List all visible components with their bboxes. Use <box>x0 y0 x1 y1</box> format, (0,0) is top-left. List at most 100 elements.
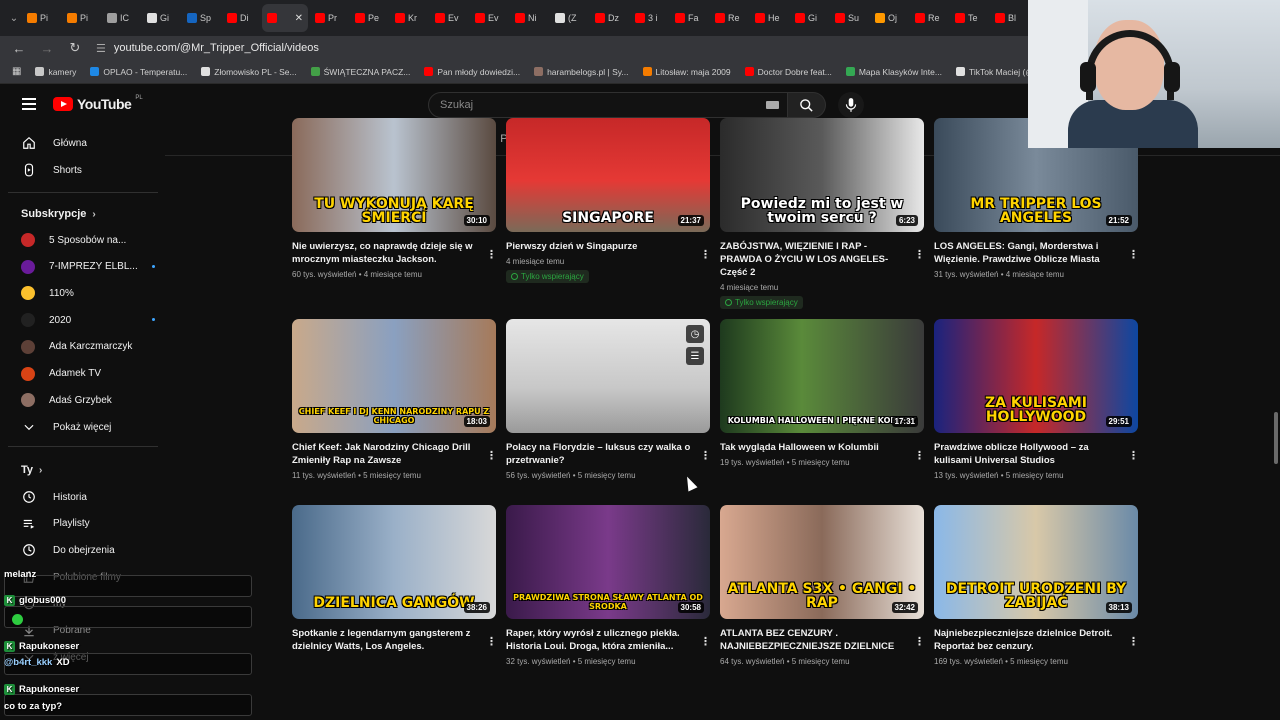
bookmark-item[interactable]: Litosław: maja 2009 <box>642 67 731 77</box>
sidebar-item-watch-later[interactable]: Do obejrzenia <box>21 541 151 559</box>
browser-tab[interactable]: Sp <box>182 4 220 32</box>
video-card[interactable]: PRAWDZIWA STRONA SŁAWY ATLANTA OD ŚRODKA… <box>506 505 711 666</box>
video-thumbnail[interactable]: SINGAPORE 21:37 <box>506 118 710 232</box>
browser-tab[interactable]: Kr <box>390 4 428 32</box>
browser-tab[interactable]: Bl <box>990 4 1028 32</box>
browser-tab[interactable]: ✕ <box>262 4 308 32</box>
subscription-item[interactable]: Adaś Grzybek <box>21 391 151 409</box>
sidebar-item-history[interactable]: Historia <box>21 488 151 506</box>
subscription-item[interactable]: 7-IMPREZY ELBL... <box>21 258 155 276</box>
reload-icon[interactable]: ↻ <box>68 40 82 56</box>
more-actions-icon[interactable]: ⋮ <box>914 250 925 261</box>
add-to-queue-icon[interactable]: ☰ <box>686 347 704 365</box>
video-title[interactable]: Pierwszy dzień w Singapurze <box>506 240 694 253</box>
tab-search-icon[interactable]: ⌄ <box>8 13 20 24</box>
show-more-button[interactable]: Pokaż więcej <box>21 418 151 436</box>
browser-tab[interactable]: IC <box>102 4 140 32</box>
browser-tab[interactable]: Pr <box>310 4 348 32</box>
video-card[interactable]: ◷ ☰ Polacy na Florydzie – luksus czy walka… <box>506 319 711 480</box>
more-actions-icon[interactable]: ⋮ <box>1128 637 1139 648</box>
browser-tab[interactable]: Su <box>830 4 868 32</box>
video-thumbnail[interactable]: TU WYKONUJĄ KARĘ ŚMIERCI 30:10 <box>292 118 496 232</box>
video-card[interactable]: SINGAPORE 21:37 Pierwszy dzień w Singapurz… <box>506 118 711 285</box>
video-card[interactable]: ZA KULISAMI HOLLYWOOD 29:51 Prawdziwe obli… <box>934 319 1139 480</box>
video-thumbnail[interactable]: DZIELNICA GANGÓW 38:26 <box>292 505 496 619</box>
browser-tab[interactable]: Gi <box>790 4 828 32</box>
subscriptions-header[interactable]: Subskrypcje › <box>21 208 96 220</box>
browser-tab[interactable]: Ev <box>430 4 468 32</box>
browser-tab[interactable]: Gi <box>142 4 180 32</box>
search-button[interactable] <box>788 92 826 118</box>
browser-tab[interactable]: Ni <box>510 4 548 32</box>
video-thumbnail[interactable]: ATLANTA S3X • GANGI • RAP 32:42 <box>720 505 924 619</box>
more-actions-icon[interactable]: ⋮ <box>700 451 711 462</box>
more-actions-icon[interactable]: ⋮ <box>700 250 711 261</box>
bookmark-item[interactable]: ŚWIĄTECZNA PACZ... <box>310 67 410 77</box>
video-card[interactable]: TU WYKONUJĄ KARĘ ŚMIERCI 30:10 Nie uwierzy… <box>292 118 497 279</box>
browser-tab[interactable]: Oj <box>870 4 908 32</box>
subscription-item[interactable]: 2020 <box>21 311 155 329</box>
browser-tab[interactable]: (Z <box>550 4 588 32</box>
sidebar-item-g-wna[interactable]: Główna <box>21 134 151 152</box>
video-card[interactable]: DETROIT URODZENI BY ZABIJAĆ 38:13 Najniebe… <box>934 505 1139 666</box>
video-thumbnail[interactable]: ZA KULISAMI HOLLYWOOD 29:51 <box>934 319 1138 433</box>
browser-tab[interactable]: Fa <box>670 4 708 32</box>
keyboard-icon[interactable] <box>766 101 779 109</box>
youtube-logo[interactable]: YouTube PL <box>53 95 143 112</box>
browser-tab[interactable]: Ev <box>470 4 508 32</box>
you-header[interactable]: Ty › <box>21 464 42 476</box>
sidebar-item-playlists[interactable]: Playlisty <box>21 515 151 533</box>
video-title[interactable]: Prawdziwe oblicze Hollywood – za kulisam… <box>934 441 1122 467</box>
video-card[interactable]: DZIELNICA GANGÓW 38:26 Spotkanie z legenda… <box>292 505 497 653</box>
forward-icon[interactable]: → <box>40 41 54 56</box>
browser-tab[interactable]: Te <box>950 4 988 32</box>
video-title[interactable]: Najniebezpieczniejsze dzielnice Detroit.… <box>934 627 1122 653</box>
more-actions-icon[interactable]: ⋮ <box>914 637 925 648</box>
video-thumbnail[interactable]: PRAWDZIWA STRONA SŁAWY ATLANTA OD ŚRODKA… <box>506 505 710 619</box>
video-title[interactable]: LOS ANGELES: Gangi, Morderstwa i Więzien… <box>934 240 1122 266</box>
video-title[interactable]: ZABÓJSTWA, WIĘZIENIE I RAP - PRAWDA O ŻY… <box>720 240 908 279</box>
video-title[interactable]: Tak wygląda Halloween w Kolumbii <box>720 441 908 454</box>
more-actions-icon[interactable]: ⋮ <box>1128 451 1139 462</box>
bookmark-item[interactable]: TikTok Maciej (@ma... <box>955 67 1028 77</box>
video-thumbnail[interactable]: ◷ ☰ <box>506 319 710 433</box>
video-title[interactable]: Chief Keef: Jak Narodziny Chicago Drill … <box>292 441 480 467</box>
more-actions-icon[interactable]: ⋮ <box>1128 250 1139 261</box>
more-actions-icon[interactable]: ⋮ <box>486 250 497 261</box>
bookmark-item[interactable]: Złomowisko PL - Se... <box>201 67 297 77</box>
bookmark-item[interactable]: harambelogs.pl | Sy... <box>534 67 629 77</box>
browser-tab[interactable]: 3 i <box>630 4 668 32</box>
bookmark-item[interactable]: OPLAO - Temperatu... <box>90 67 187 77</box>
voice-search-button[interactable] <box>838 92 864 118</box>
video-card[interactable]: KOLUMBIA HALLOWEEN I PIĘKNE KOBIETY 17:31… <box>720 319 925 467</box>
video-thumbnail[interactable]: KOLUMBIA HALLOWEEN I PIĘKNE KOBIETY 17:31 <box>720 319 924 433</box>
browser-tab[interactable]: Re <box>710 4 748 32</box>
subscription-item[interactable]: 110% <box>21 284 151 302</box>
apps-icon[interactable]: ▦ <box>12 66 21 77</box>
video-card[interactable]: ATLANTA S3X • GANGI • RAP 32:42 ATLANTA BE… <box>720 505 925 666</box>
browser-tab[interactable]: Pe <box>350 4 388 32</box>
url-field[interactable]: ☰ youtube.com/@Mr_Tripper_Official/video… <box>96 42 319 55</box>
browser-tab[interactable]: Dz <box>590 4 628 32</box>
subscription-item[interactable]: 5 Sposobów na... <box>21 231 151 249</box>
more-actions-icon[interactable]: ⋮ <box>486 451 497 462</box>
bookmark-item[interactable]: Mapa Klasyków Inte... <box>845 67 942 77</box>
video-title[interactable]: Polacy na Florydzie – luksus czy walka o… <box>506 441 694 467</box>
page-scrollbar[interactable] <box>1274 412 1278 464</box>
back-icon[interactable]: ← <box>12 41 26 56</box>
video-thumbnail[interactable]: CHIEF KEEF I DJ KENN NARODZINY RAPU Z CH… <box>292 319 496 433</box>
browser-tab[interactable]: He <box>750 4 788 32</box>
browser-tab[interactable]: Pi <box>62 4 100 32</box>
search-input[interactable]: Szukaj <box>428 92 788 118</box>
video-thumbnail[interactable]: Powiedz mi to jest w twoim sercu ? 6:23 <box>720 118 924 232</box>
video-thumbnail[interactable]: DETROIT URODZENI BY ZABIJAĆ 38:13 <box>934 505 1138 619</box>
video-title[interactable]: Spotkanie z legendarnym gangsterem z dzi… <box>292 627 480 653</box>
menu-icon[interactable] <box>22 98 36 113</box>
video-card[interactable]: CHIEF KEEF I DJ KENN NARODZINY RAPU Z CH… <box>292 319 497 480</box>
video-title[interactable]: Raper, który wyrósł z ulicznego piekła. … <box>506 627 694 653</box>
watch-later-icon[interactable]: ◷ <box>686 325 704 343</box>
more-actions-icon[interactable]: ⋮ <box>700 637 711 648</box>
more-actions-icon[interactable]: ⋮ <box>914 451 925 462</box>
sidebar-item-shorts[interactable]: Shorts <box>21 161 151 179</box>
video-title[interactable]: Nie uwierzysz, co naprawdę dzieje się w … <box>292 240 480 266</box>
